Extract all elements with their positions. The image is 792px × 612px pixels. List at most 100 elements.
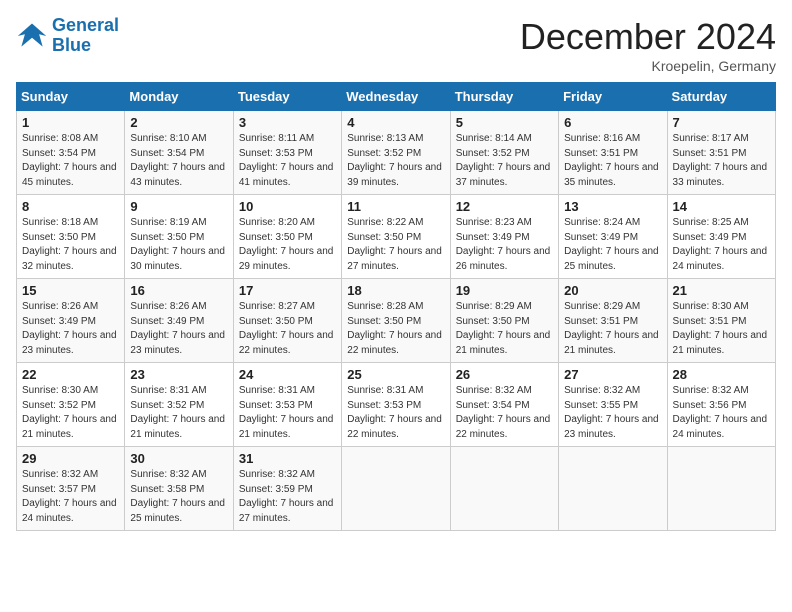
calendar-cell	[559, 447, 667, 531]
calendar-cell: 27 Sunrise: 8:32 AM Sunset: 3:55 PM Dayl…	[559, 363, 667, 447]
day-info: Sunrise: 8:31 AM Sunset: 3:53 PM Dayligh…	[347, 384, 444, 442]
day-number: 31	[239, 451, 336, 466]
calendar-cell: 9 Sunrise: 8:19 AM Sunset: 3:50 PM Dayli…	[125, 195, 233, 279]
calendar-cell: 24 Sunrise: 8:31 AM Sunset: 3:53 PM Dayl…	[233, 363, 341, 447]
day-header-friday: Friday	[559, 83, 667, 111]
day-number: 14	[673, 199, 770, 214]
day-number: 18	[347, 283, 444, 298]
day-info: Sunrise: 8:27 AM Sunset: 3:50 PM Dayligh…	[239, 300, 336, 358]
day-number: 13	[564, 199, 661, 214]
day-info: Sunrise: 8:23 AM Sunset: 3:49 PM Dayligh…	[456, 216, 553, 274]
calendar-cell: 8 Sunrise: 8:18 AM Sunset: 3:50 PM Dayli…	[17, 195, 125, 279]
day-number: 8	[22, 199, 119, 214]
day-header-saturday: Saturday	[667, 83, 775, 111]
day-number: 11	[347, 199, 444, 214]
calendar-header: SundayMondayTuesdayWednesdayThursdayFrid…	[17, 83, 776, 111]
day-info: Sunrise: 8:22 AM Sunset: 3:50 PM Dayligh…	[347, 216, 444, 274]
calendar-cell: 13 Sunrise: 8:24 AM Sunset: 3:49 PM Dayl…	[559, 195, 667, 279]
day-info: Sunrise: 8:32 AM Sunset: 3:59 PM Dayligh…	[239, 468, 336, 526]
calendar-cell: 3 Sunrise: 8:11 AM Sunset: 3:53 PM Dayli…	[233, 111, 341, 195]
day-info: Sunrise: 8:19 AM Sunset: 3:50 PM Dayligh…	[130, 216, 227, 274]
day-info: Sunrise: 8:32 AM Sunset: 3:58 PM Dayligh…	[130, 468, 227, 526]
day-number: 21	[673, 283, 770, 298]
calendar-cell: 25 Sunrise: 8:31 AM Sunset: 3:53 PM Dayl…	[342, 363, 450, 447]
calendar-cell: 10 Sunrise: 8:20 AM Sunset: 3:50 PM Dayl…	[233, 195, 341, 279]
calendar-cell: 11 Sunrise: 8:22 AM Sunset: 3:50 PM Dayl…	[342, 195, 450, 279]
day-info: Sunrise: 8:16 AM Sunset: 3:51 PM Dayligh…	[564, 132, 661, 190]
day-number: 5	[456, 115, 553, 130]
calendar-cell	[450, 447, 558, 531]
day-info: Sunrise: 8:14 AM Sunset: 3:52 PM Dayligh…	[456, 132, 553, 190]
day-number: 10	[239, 199, 336, 214]
calendar-week-5: 29 Sunrise: 8:32 AM Sunset: 3:57 PM Dayl…	[17, 447, 776, 531]
day-info: Sunrise: 8:29 AM Sunset: 3:50 PM Dayligh…	[456, 300, 553, 358]
calendar-cell: 20 Sunrise: 8:29 AM Sunset: 3:51 PM Dayl…	[559, 279, 667, 363]
day-info: Sunrise: 8:26 AM Sunset: 3:49 PM Dayligh…	[22, 300, 119, 358]
day-number: 3	[239, 115, 336, 130]
day-info: Sunrise: 8:32 AM Sunset: 3:55 PM Dayligh…	[564, 384, 661, 442]
day-info: Sunrise: 8:30 AM Sunset: 3:51 PM Dayligh…	[673, 300, 770, 358]
calendar-cell: 29 Sunrise: 8:32 AM Sunset: 3:57 PM Dayl…	[17, 447, 125, 531]
day-info: Sunrise: 8:32 AM Sunset: 3:56 PM Dayligh…	[673, 384, 770, 442]
day-number: 30	[130, 451, 227, 466]
calendar-table: SundayMondayTuesdayWednesdayThursdayFrid…	[16, 82, 776, 531]
calendar-cell	[342, 447, 450, 531]
day-number: 27	[564, 367, 661, 382]
day-number: 4	[347, 115, 444, 130]
day-number: 9	[130, 199, 227, 214]
day-number: 12	[456, 199, 553, 214]
day-number: 28	[673, 367, 770, 382]
calendar-cell: 23 Sunrise: 8:31 AM Sunset: 3:52 PM Dayl…	[125, 363, 233, 447]
day-number: 15	[22, 283, 119, 298]
calendar-cell: 16 Sunrise: 8:26 AM Sunset: 3:49 PM Dayl…	[125, 279, 233, 363]
logo-text: General Blue	[52, 16, 119, 56]
day-header-tuesday: Tuesday	[233, 83, 341, 111]
logo: General Blue	[16, 16, 119, 56]
logo-bird-icon	[16, 20, 48, 52]
day-info: Sunrise: 8:13 AM Sunset: 3:52 PM Dayligh…	[347, 132, 444, 190]
day-info: Sunrise: 8:18 AM Sunset: 3:50 PM Dayligh…	[22, 216, 119, 274]
location: Kroepelin, Germany	[520, 58, 776, 74]
day-header-sunday: Sunday	[17, 83, 125, 111]
calendar-cell: 19 Sunrise: 8:29 AM Sunset: 3:50 PM Dayl…	[450, 279, 558, 363]
day-number: 7	[673, 115, 770, 130]
day-number: 17	[239, 283, 336, 298]
day-number: 6	[564, 115, 661, 130]
day-info: Sunrise: 8:17 AM Sunset: 3:51 PM Dayligh…	[673, 132, 770, 190]
day-number: 25	[347, 367, 444, 382]
day-info: Sunrise: 8:11 AM Sunset: 3:53 PM Dayligh…	[239, 132, 336, 190]
calendar-cell: 22 Sunrise: 8:30 AM Sunset: 3:52 PM Dayl…	[17, 363, 125, 447]
day-info: Sunrise: 8:25 AM Sunset: 3:49 PM Dayligh…	[673, 216, 770, 274]
day-info: Sunrise: 8:32 AM Sunset: 3:54 PM Dayligh…	[456, 384, 553, 442]
calendar-cell: 18 Sunrise: 8:28 AM Sunset: 3:50 PM Dayl…	[342, 279, 450, 363]
day-number: 20	[564, 283, 661, 298]
calendar-week-4: 22 Sunrise: 8:30 AM Sunset: 3:52 PM Dayl…	[17, 363, 776, 447]
day-info: Sunrise: 8:31 AM Sunset: 3:52 PM Dayligh…	[130, 384, 227, 442]
day-info: Sunrise: 8:26 AM Sunset: 3:49 PM Dayligh…	[130, 300, 227, 358]
day-info: Sunrise: 8:20 AM Sunset: 3:50 PM Dayligh…	[239, 216, 336, 274]
day-header-wednesday: Wednesday	[342, 83, 450, 111]
day-info: Sunrise: 8:31 AM Sunset: 3:53 PM Dayligh…	[239, 384, 336, 442]
day-number: 19	[456, 283, 553, 298]
day-number: 22	[22, 367, 119, 382]
day-header-monday: Monday	[125, 83, 233, 111]
day-number: 26	[456, 367, 553, 382]
calendar-cell: 31 Sunrise: 8:32 AM Sunset: 3:59 PM Dayl…	[233, 447, 341, 531]
day-info: Sunrise: 8:30 AM Sunset: 3:52 PM Dayligh…	[22, 384, 119, 442]
day-number: 16	[130, 283, 227, 298]
day-number: 2	[130, 115, 227, 130]
day-info: Sunrise: 8:08 AM Sunset: 3:54 PM Dayligh…	[22, 132, 119, 190]
calendar-cell	[667, 447, 775, 531]
calendar-cell: 2 Sunrise: 8:10 AM Sunset: 3:54 PM Dayli…	[125, 111, 233, 195]
calendar-cell: 12 Sunrise: 8:23 AM Sunset: 3:49 PM Dayl…	[450, 195, 558, 279]
calendar-cell: 26 Sunrise: 8:32 AM Sunset: 3:54 PM Dayl…	[450, 363, 558, 447]
day-number: 29	[22, 451, 119, 466]
calendar-cell: 14 Sunrise: 8:25 AM Sunset: 3:49 PM Dayl…	[667, 195, 775, 279]
day-info: Sunrise: 8:28 AM Sunset: 3:50 PM Dayligh…	[347, 300, 444, 358]
day-info: Sunrise: 8:10 AM Sunset: 3:54 PM Dayligh…	[130, 132, 227, 190]
calendar-cell: 15 Sunrise: 8:26 AM Sunset: 3:49 PM Dayl…	[17, 279, 125, 363]
day-info: Sunrise: 8:32 AM Sunset: 3:57 PM Dayligh…	[22, 468, 119, 526]
month-title: December 2024	[520, 16, 776, 58]
calendar-cell: 6 Sunrise: 8:16 AM Sunset: 3:51 PM Dayli…	[559, 111, 667, 195]
calendar-cell: 5 Sunrise: 8:14 AM Sunset: 3:52 PM Dayli…	[450, 111, 558, 195]
